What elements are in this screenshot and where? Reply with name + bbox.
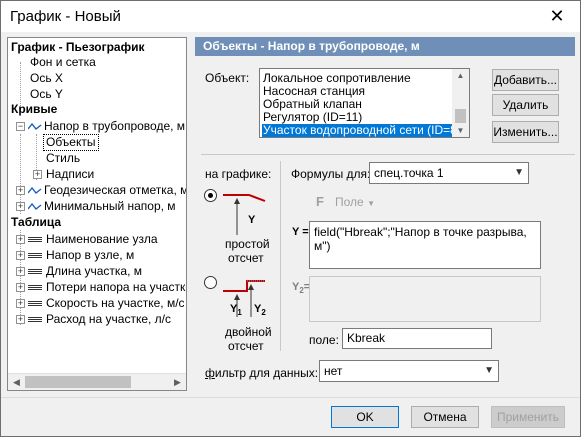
scroll-down-icon[interactable]: ▼ [452, 124, 469, 137]
filter-label-text: ильтр для данных: [214, 366, 319, 380]
divider [201, 154, 575, 155]
formulas-label: Формулы для: [291, 167, 371, 181]
y1-symbol: Y1 [230, 303, 242, 317]
tree-item-axis-y[interactable]: Ось Y [30, 87, 63, 102]
y2-subscript: 2 [261, 308, 266, 318]
tree-item-style[interactable]: Стиль [46, 151, 80, 166]
filter-select-value: нет [324, 364, 343, 378]
expand-icon[interactable]: + [16, 283, 25, 292]
filter-select[interactable]: нет ▼ [319, 360, 499, 382]
y2-formula-label: Y2= [292, 281, 310, 295]
scroll-right-icon[interactable]: ▶ [169, 374, 186, 390]
remove-button[interactable]: Удалить [492, 94, 559, 116]
field-function-icon[interactable]: F [316, 194, 324, 209]
tree-item-flow[interactable]: Расход на участке, л/с [46, 312, 171, 327]
y-symbol: Y [248, 214, 256, 226]
collapse-icon[interactable]: − [16, 122, 25, 131]
settings-tree: График - Пьезографик Фон и сетка Ось X О… [7, 37, 187, 391]
field-label: поле: [309, 333, 339, 347]
apply-button[interactable]: Применить [491, 406, 565, 428]
column-icon [28, 237, 42, 238]
curve-icon [28, 122, 42, 130]
curve-icon [28, 186, 42, 194]
tree-item-axis-x[interactable]: Ось X [30, 71, 63, 86]
footer-divider [1, 397, 580, 398]
panel-header: Объекты - Напор в трубопроводе, м [195, 37, 575, 56]
tree-item-losses[interactable]: Потери напора на участке [46, 280, 186, 295]
expand-icon[interactable]: + [33, 170, 42, 179]
add-button[interactable]: Добавить... [492, 69, 559, 91]
scrollbar-thumb[interactable] [25, 376, 131, 388]
field-menu-label: Поле [335, 195, 364, 209]
edit-button[interactable]: Изменить... [492, 121, 559, 143]
scroll-left-icon[interactable]: ◀ [8, 374, 25, 390]
double-reading-label-1: двойной [225, 325, 272, 339]
tree-item-min-pressure[interactable]: Минимальный напор, м [44, 199, 176, 214]
cancel-button[interactable]: Отмена [411, 406, 479, 428]
tree-item-node-name[interactable]: Наименование узла [46, 232, 158, 247]
simple-reading-radio[interactable] [204, 189, 217, 202]
chevron-down-icon: ▼ [514, 167, 524, 178]
ok-button[interactable]: OK [331, 406, 399, 428]
tree-item-objects[interactable]: Объекты [43, 134, 99, 151]
column-icon [28, 285, 42, 286]
expand-icon[interactable]: + [16, 267, 25, 276]
tree-item-geodetic[interactable]: Геодезическая отметка, м [44, 183, 186, 198]
double-reading-label-2: отсчет [228, 339, 264, 353]
tree-item-labels[interactable]: Надписи [46, 167, 94, 182]
tree-item-length[interactable]: Длина участка, м [46, 264, 142, 279]
filter-label-accel: ф [205, 366, 215, 380]
y-formula-input[interactable]: field("Hbreak";"Напор в точке разрыва, м… [309, 221, 541, 269]
y-formula-label: Y = [292, 226, 309, 238]
tree-item-velocity[interactable]: Скорость на участке, м/с [46, 296, 185, 311]
formulas-select-value: спец.точка 1 [374, 166, 444, 180]
expand-icon[interactable]: + [16, 251, 25, 260]
window-title: График - Новый [10, 8, 121, 25]
scroll-up-icon[interactable]: ▲ [452, 69, 469, 82]
expand-icon[interactable]: + [16, 186, 25, 195]
simple-reading-label-2: отсчет [228, 251, 264, 265]
close-icon[interactable]: ✕ [534, 1, 580, 32]
expand-icon[interactable]: + [16, 202, 25, 211]
filter-label: фильтр для данных: [205, 366, 318, 380]
tree-item-node-pressure[interactable]: Напор в узле, м [46, 248, 134, 263]
chevron-down-icon: ▼ [367, 199, 375, 208]
column-icon [28, 301, 42, 302]
tree-horizontal-scrollbar[interactable]: ◀ ▶ [8, 373, 186, 390]
y2-formula-input [309, 276, 541, 322]
column-icon [28, 269, 42, 270]
formulas-select[interactable]: спец.точка 1 ▼ [369, 162, 529, 184]
curve-icon [28, 202, 42, 210]
dialog-window: График - Новый ✕ График - Пьезографик Фо… [0, 0, 581, 437]
expand-icon[interactable]: + [16, 235, 25, 244]
tree-item-pressure-curve[interactable]: Напор в трубопроводе, м [44, 119, 185, 134]
column-icon [28, 317, 42, 318]
simple-reading-icon [223, 194, 266, 235]
tree-item-curves[interactable]: Кривые [11, 102, 57, 117]
tree-connector [20, 230, 21, 325]
y1-subscript: 1 [237, 308, 242, 318]
tree-item-chart[interactable]: График - Пьезографик [11, 40, 144, 55]
field-menu-button[interactable]: Поле ▼ [335, 195, 375, 209]
expand-icon[interactable]: + [16, 299, 25, 308]
object-list[interactable]: Локальное сопротивление Насосная станция… [259, 68, 470, 138]
title-bar: График - Новый ✕ [1, 1, 580, 32]
object-list-scrollbar[interactable]: ▲ ▼ [452, 69, 469, 137]
simple-reading-label-1: простой [225, 237, 270, 251]
y2-symbol: Y2 [254, 303, 266, 317]
tree-item-background[interactable]: Фон и сетка [30, 55, 96, 70]
radio-dot [208, 193, 213, 198]
field-input[interactable]: Kbreak [342, 328, 492, 349]
tree-item-table[interactable]: Таблица [11, 215, 61, 230]
list-item-selected[interactable]: Участок водопроводной сети (ID=8) [262, 124, 462, 137]
expand-icon[interactable]: + [16, 315, 25, 324]
object-label: Объект: [205, 71, 250, 85]
scrollbar-thumb[interactable] [455, 109, 466, 123]
on-chart-label: на графике: [205, 167, 272, 181]
column-icon [28, 253, 42, 254]
double-reading-radio[interactable] [204, 276, 217, 289]
chevron-down-icon: ▼ [484, 365, 494, 376]
